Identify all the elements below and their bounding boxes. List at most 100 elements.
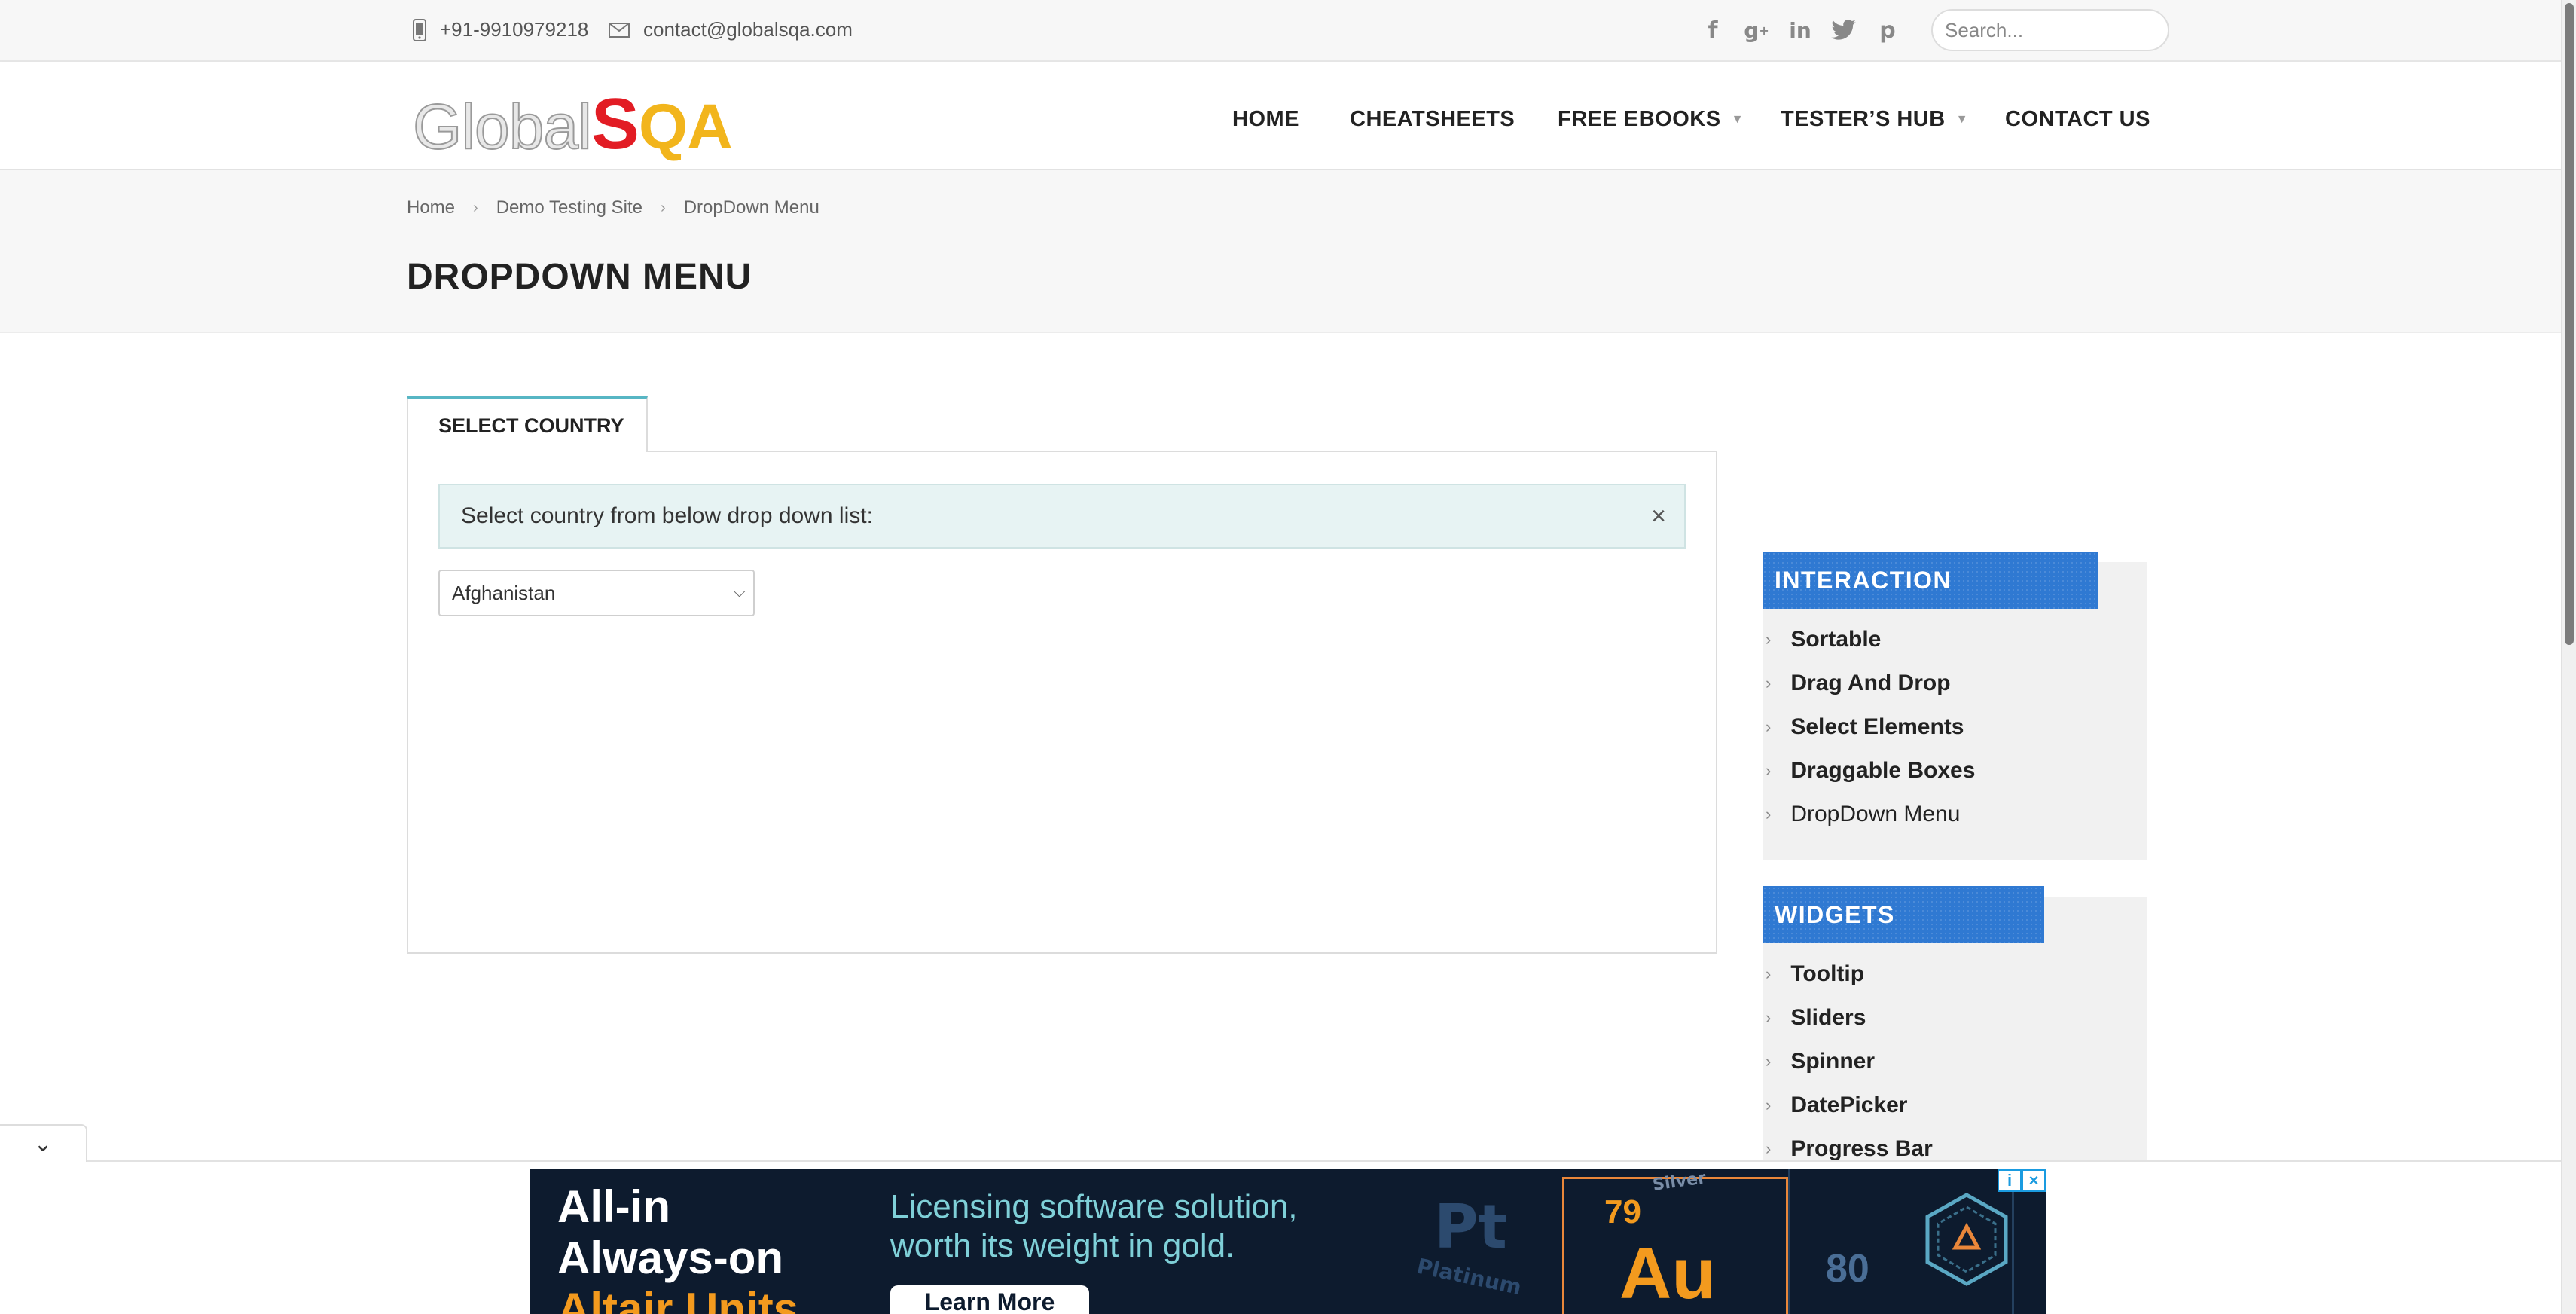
- chevron-right-icon: ›: [1766, 1139, 1772, 1158]
- search-input[interactable]: [1945, 18, 2197, 42]
- phone-contact: +91-9910979218: [413, 18, 588, 41]
- sidebar-item-dropdown-menu[interactable]: › DropDown Menu: [1766, 802, 1960, 827]
- collapse-ad-button[interactable]: ⌄: [0, 1124, 87, 1162]
- country-select[interactable]: Afghanistan ⌵: [438, 570, 755, 616]
- sidebar-item-label: Sortable: [1790, 627, 1882, 652]
- chevron-down-icon: ⌄: [33, 1131, 53, 1157]
- ad-subtext-line2: worth its weight in gold.: [890, 1227, 1235, 1264]
- scrollbar-thumb[interactable]: [2565, 3, 2574, 645]
- sidebar-item-label: Progress Bar: [1790, 1136, 1933, 1161]
- close-icon[interactable]: ×: [1651, 502, 1666, 531]
- sidebar-item-tooltip[interactable]: › Tooltip: [1766, 961, 1864, 987]
- linkedin-icon[interactable]: in: [1787, 17, 1814, 44]
- tab-panel: Select country from below drop down list…: [407, 451, 1717, 954]
- nav-testers-hub[interactable]: TESTER’S HUB ▼: [1781, 107, 1968, 132]
- sidebar-item-label: Sliders: [1790, 1005, 1866, 1030]
- info-alert: Select country from below drop down list…: [438, 484, 1686, 549]
- nav-home[interactable]: HOME: [1232, 107, 1299, 132]
- ad-subtext: Licensing software solution, worth its w…: [890, 1187, 1298, 1266]
- nav-cheatsheets[interactable]: CHEATSHEETS: [1350, 107, 1515, 132]
- phone-number: +91-9910979218: [440, 18, 589, 41]
- chevron-right-icon: ›: [1766, 674, 1772, 692]
- sidebar-item-sortable[interactable]: › Sortable: [1766, 627, 1881, 652]
- country-select-value: Afghanistan: [452, 581, 556, 604]
- sidebar-item-drag-and-drop[interactable]: › Drag And Drop: [1766, 671, 1951, 696]
- nav-cheatsheets-label: CHEATSHEETS: [1350, 107, 1515, 131]
- chevron-right-icon: ›: [1766, 1052, 1772, 1071]
- advertisement-banner[interactable]: Pt Platinum Silver 79 Au 80 All-in Alway…: [530, 1169, 2046, 1314]
- tab-select-country[interactable]: SELECT COUNTRY: [407, 396, 648, 452]
- phone-icon: [413, 18, 426, 41]
- page-title-band: Home › Demo Testing Site › DropDown Menu…: [0, 170, 2561, 333]
- nav-contact-us[interactable]: CONTACT US: [2005, 107, 2150, 132]
- chevron-right-icon: ›: [1766, 1096, 1772, 1114]
- chevron-right-icon: ›: [1766, 717, 1772, 736]
- ad-element-number: 79: [1604, 1193, 1641, 1230]
- sidebar-item-select-elements[interactable]: › Select Elements: [1766, 714, 1964, 740]
- chevron-right-icon: ›: [661, 199, 666, 216]
- sidebar-item-label: Select Elements: [1790, 714, 1964, 739]
- ad-headline-line3: Altair Units: [557, 1284, 799, 1314]
- sidebar-item-datepicker[interactable]: › DatePicker: [1766, 1092, 1907, 1118]
- breadcrumb-demo[interactable]: Demo Testing Site: [496, 197, 642, 218]
- sidebar-item-draggable-boxes[interactable]: › Draggable Boxes: [1766, 758, 1975, 784]
- ad-subtext-line1: Licensing software solution,: [890, 1188, 1298, 1225]
- facebook-icon[interactable]: f: [1699, 17, 1726, 44]
- google-plus-icon[interactable]: g +: [1743, 17, 1770, 44]
- breadcrumb-home[interactable]: Home: [407, 197, 455, 218]
- nav-contact-us-label: CONTACT US: [2005, 107, 2150, 131]
- logo-text-s: S: [591, 84, 639, 164]
- chevron-right-icon: ›: [473, 199, 478, 216]
- ad-headline-line2: Always-on: [557, 1233, 784, 1283]
- sidebar-item-label: Tooltip: [1790, 961, 1865, 986]
- page-scrollbar[interactable]: [2561, 0, 2576, 1314]
- logo-text-global: Global: [412, 90, 593, 163]
- logo-text-qa: QA: [638, 91, 733, 162]
- globalsqa-logo[interactable]: Global S QA: [412, 83, 733, 166]
- chevron-right-icon: ›: [1766, 761, 1772, 780]
- social-links: f g + in p: [1699, 17, 1901, 44]
- nav-testers-hub-label: TESTER’S HUB: [1781, 107, 1946, 131]
- page-title: DROPDOWN MENU: [407, 257, 752, 297]
- sidebar-item-label: Spinner: [1790, 1049, 1876, 1074]
- top-bar: +91-9910979218 contact@globalsqa.com f g…: [0, 0, 2561, 62]
- sidebar-item-spinner[interactable]: › Spinner: [1766, 1049, 1875, 1074]
- ad-element-next-number: 80: [1826, 1247, 1869, 1291]
- email-contact[interactable]: contact@globalsqa.com: [609, 18, 853, 41]
- mail-icon: [609, 22, 630, 38]
- nav-free-ebooks[interactable]: FREE EBOOKS ▼: [1558, 107, 1744, 132]
- chevron-right-icon: ›: [1766, 964, 1772, 983]
- ad-headline-line1: All-in: [557, 1181, 670, 1232]
- ad-close-icon[interactable]: ×: [2022, 1169, 2046, 1192]
- chevron-right-icon: ›: [1766, 805, 1772, 824]
- breadcrumb: Home › Demo Testing Site › DropDown Menu: [407, 197, 819, 218]
- nav-free-ebooks-label: FREE EBOOKS: [1558, 107, 1721, 131]
- sidebar-item-label: Draggable Boxes: [1790, 758, 1976, 783]
- caret-down-icon: ▼: [1955, 112, 1969, 126]
- sidebar-item-label: DropDown Menu: [1790, 802, 1961, 827]
- sidebar-item-progress-bar[interactable]: › Progress Bar: [1766, 1136, 1933, 1162]
- alert-text: Select country from below drop down list…: [461, 503, 873, 528]
- ad-element-pt: Pt: [1434, 1192, 1507, 1262]
- ad-choices: i ×: [1998, 1169, 2046, 1192]
- sidebar-heading-widgets: WIDGETS: [1763, 886, 2044, 943]
- email-address[interactable]: contact@globalsqa.com: [643, 18, 853, 41]
- ad-learn-more-button[interactable]: Learn More: [890, 1285, 1089, 1314]
- chevron-down-icon: ⌵: [733, 582, 746, 600]
- sidebar-heading-interaction: INTERACTION: [1763, 552, 2098, 609]
- chevron-right-icon: ›: [1766, 1008, 1772, 1027]
- ad-headline: All-in Always-on Altair Units: [557, 1181, 798, 1314]
- sidebar-item-label: Drag And Drop: [1790, 671, 1951, 695]
- ad-info-icon[interactable]: i: [1998, 1169, 2022, 1192]
- nav-home-label: HOME: [1232, 107, 1299, 131]
- search-box: [1931, 9, 2197, 51]
- ad-element-au: Au: [1619, 1233, 1716, 1314]
- caret-down-icon: ▼: [1731, 112, 1744, 126]
- sidebar-item-label: DatePicker: [1790, 1092, 1908, 1117]
- twitter-icon[interactable]: [1830, 17, 1857, 44]
- chevron-right-icon: ›: [1766, 630, 1772, 649]
- breadcrumb-current: DropDown Menu: [683, 197, 819, 218]
- sidebar-item-sliders[interactable]: › Sliders: [1766, 1005, 1866, 1031]
- pinterest-icon[interactable]: p: [1874, 17, 1901, 44]
- altair-hex-logo-icon: [1925, 1193, 2008, 1286]
